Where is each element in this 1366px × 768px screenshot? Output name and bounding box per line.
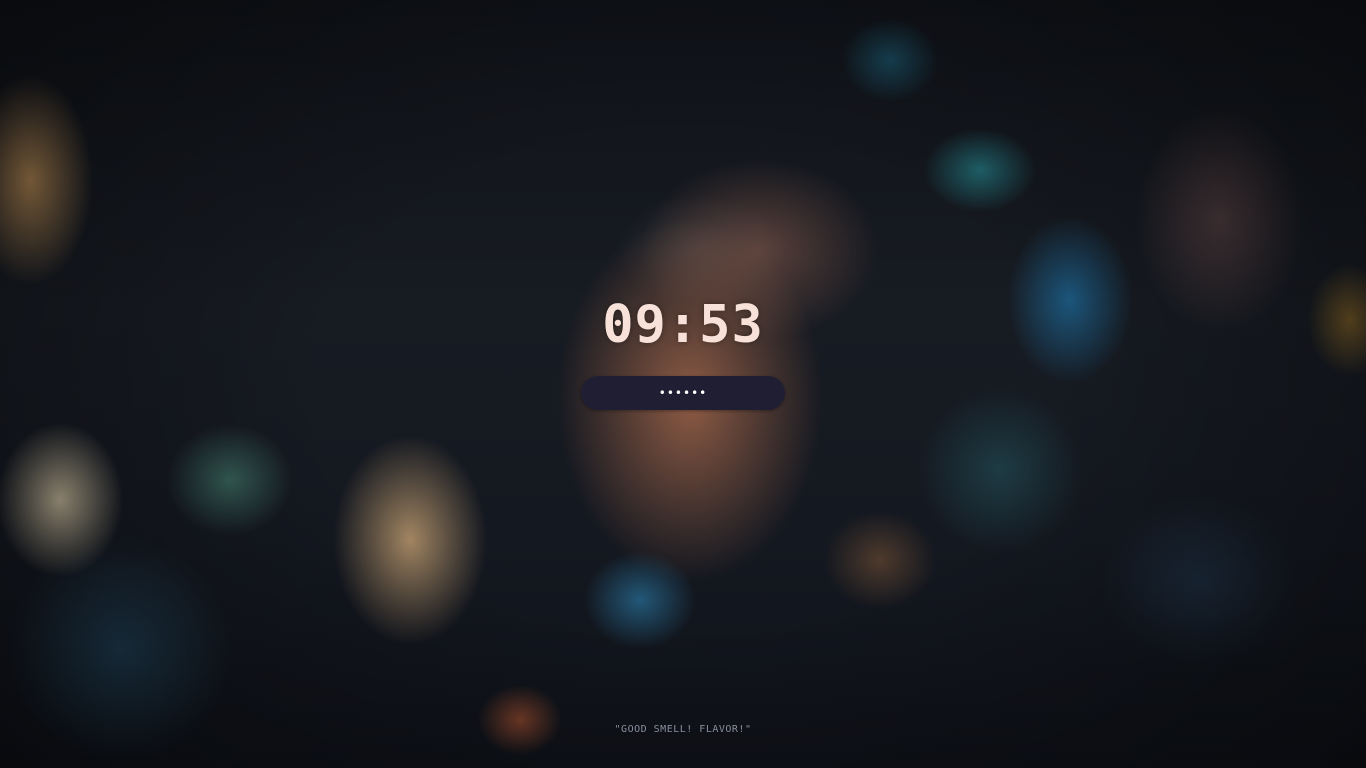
password-mask: •••••• (658, 386, 708, 400)
password-input[interactable]: •••••• (581, 376, 785, 410)
lock-screen: 09:53 •••••• "GOOD SMELL! FLAVOR!" (0, 0, 1366, 768)
lockscreen-quote: "GOOD SMELL! FLAVOR!" (614, 724, 752, 735)
clock-time: 09:53 (602, 295, 764, 355)
